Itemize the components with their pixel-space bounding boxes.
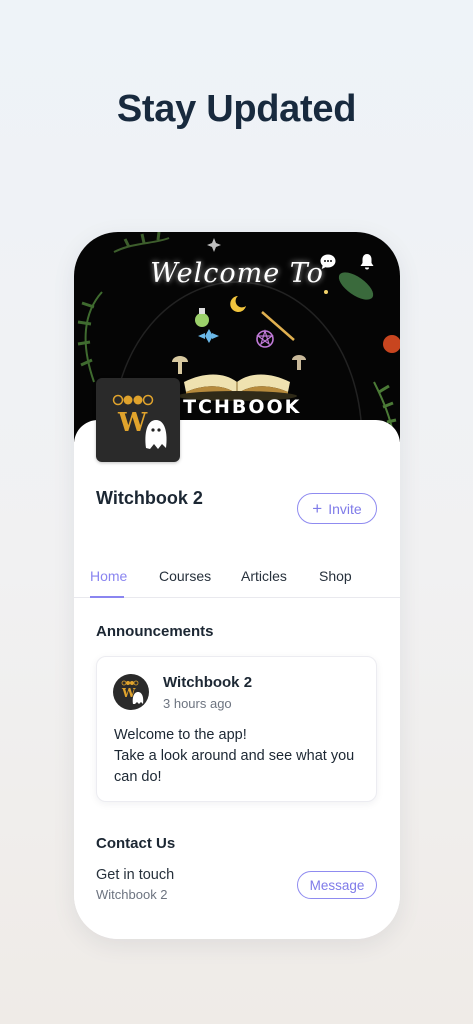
chat-icon[interactable] (318, 252, 338, 272)
tab-home[interactable]: Home (90, 568, 127, 584)
post-author: Witchbook 2 (163, 674, 253, 691)
headline: Stay Updated (116, 88, 357, 130)
contact-title: Contact Us (96, 835, 176, 852)
announcements-title: Announcements (96, 623, 214, 640)
invite-button[interactable]: + Invite (297, 493, 377, 524)
tab-bar: Home Courses Articles Shop (74, 560, 400, 598)
bell-icon[interactable] (357, 252, 377, 272)
group-logo: W (96, 378, 180, 462)
witchbook-logo-icon: W (112, 394, 167, 449)
phone-screen: Welcome To ITCHBOOK W Witchbook 2 + Invi… (74, 232, 400, 939)
message-button[interactable]: Message (297, 871, 377, 899)
tab-shop[interactable]: Shop (319, 568, 352, 584)
tab-articles[interactable]: Articles (241, 568, 287, 584)
group-name: Witchbook 2 (96, 488, 203, 508)
witchbook-avatar-icon: W (121, 680, 144, 704)
cover-title-text: ITCHBOOK (174, 396, 302, 418)
post-timestamp: 3 hours ago (163, 696, 232, 711)
contact-subtitle: Witchbook 2 (96, 887, 168, 902)
avatar: W (113, 674, 149, 710)
post-body: Welcome to the app! Take a look around a… (114, 725, 370, 788)
svg-text:W: W (117, 408, 148, 438)
cover-welcome-text: Welcome To (150, 258, 324, 289)
active-tab-indicator (90, 596, 124, 598)
post-body-line-1: Welcome to the app! (114, 727, 247, 743)
invite-label: Invite (328, 500, 362, 517)
contact-label: Get in touch (96, 867, 175, 883)
announcement-card[interactable]: W Witchbook 2 3 hours ago Welcome to the… (96, 656, 377, 802)
plus-icon: + (312, 499, 323, 518)
post-body-line-2: Take a look around and see what you can … (114, 748, 355, 785)
tab-courses[interactable]: Courses (159, 568, 211, 584)
